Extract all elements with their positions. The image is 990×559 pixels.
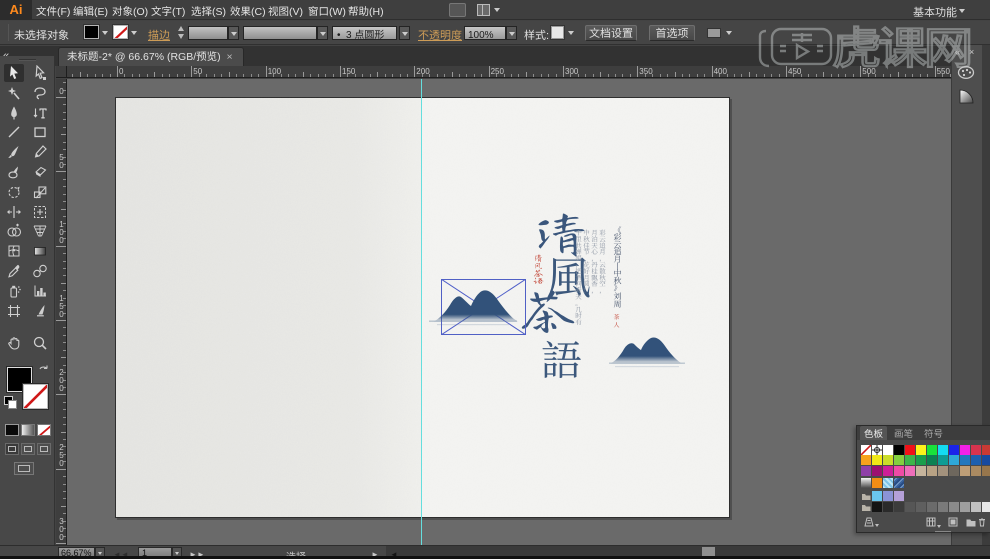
- svg-text:虎课网: 虎课网: [832, 25, 970, 70]
